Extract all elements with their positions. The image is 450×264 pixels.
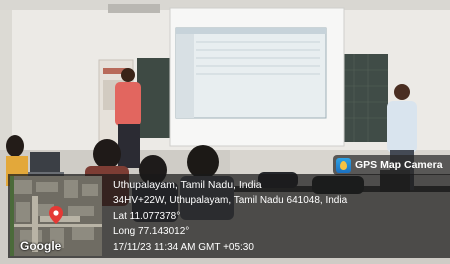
location-title: Uthupalayam, Tamil Nadu, India	[113, 179, 262, 191]
timestamp-readout: 17/11/23 11:34 AM GMT +05:30	[113, 241, 254, 253]
gps-map-camera-icon	[336, 157, 351, 173]
longitude-readout: Long 77.143012°	[113, 226, 190, 238]
location-info: Uthupalayam, Tamil Nadu, India 34HV+22W,…	[113, 178, 347, 255]
map-pin-icon	[49, 206, 63, 224]
gps-map-camera-badge: GPS Map Camera	[333, 155, 450, 175]
camera-app-label: GPS Map Camera	[355, 159, 443, 171]
location-address: 34HV+22W, Uthupalayam, Tamil Nadu 641048…	[113, 195, 348, 207]
latitude-readout: Lat 11.077378°	[113, 210, 181, 222]
google-logo: Google	[20, 239, 62, 253]
